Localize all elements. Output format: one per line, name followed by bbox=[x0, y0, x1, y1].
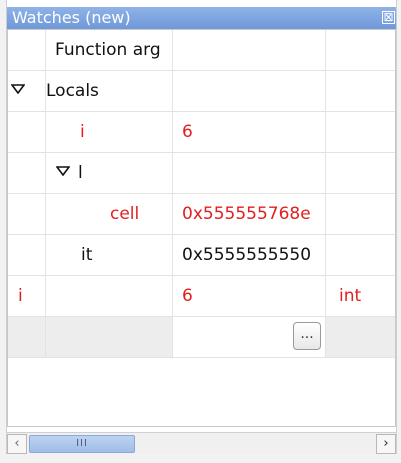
triangle-down-icon[interactable] bbox=[11, 84, 25, 94]
watch-value: 6 bbox=[182, 286, 193, 306]
watch-row-l[interactable]: l bbox=[8, 153, 395, 194]
close-icon[interactable]: ⊠ bbox=[382, 11, 395, 24]
watch-name-cell: cell bbox=[46, 194, 173, 234]
watch-row-new[interactable]: ... bbox=[8, 317, 395, 358]
watch-grid: Function arg Locals i 6 l cell 0x5555557… bbox=[7, 29, 396, 427]
watch-row-watch-i[interactable]: i 6 int bbox=[8, 276, 395, 317]
watch-value-cell bbox=[173, 153, 326, 193]
watches-panel: Watches (new) ⊠ Function arg Locals i 6 … bbox=[0, 0, 401, 463]
watch-value-cell: 6 bbox=[173, 276, 326, 316]
expander-cell[interactable] bbox=[8, 71, 46, 111]
watch-name-cell: i bbox=[8, 276, 46, 316]
watch-value-cell: 0x555555768e bbox=[173, 194, 326, 234]
watch-value-cell: 0x5555555550 bbox=[173, 235, 326, 275]
watch-value: 0x5555555550 bbox=[182, 245, 312, 265]
watch-name: it bbox=[81, 245, 93, 265]
horizontal-scrollbar[interactable]: ‹ III › bbox=[7, 432, 396, 454]
watch-type-cell bbox=[326, 71, 395, 111]
watch-name: Locals bbox=[46, 81, 99, 101]
panel-titlebar[interactable]: Watches (new) ⊠ bbox=[7, 7, 396, 29]
watch-name: i bbox=[80, 122, 85, 142]
expander-cell bbox=[8, 317, 46, 357]
scroll-left-button[interactable]: ‹ bbox=[7, 434, 27, 454]
scroll-right-button[interactable]: › bbox=[376, 434, 396, 454]
watch-row-local-i[interactable]: i 6 bbox=[8, 112, 395, 153]
watch-row-cell[interactable]: cell 0x555555768e bbox=[8, 194, 395, 235]
watch-value-cell bbox=[173, 71, 326, 111]
watch-name-cell: i bbox=[46, 112, 173, 152]
watch-type-cell bbox=[326, 30, 395, 70]
bottom-frame bbox=[0, 454, 401, 463]
watch-type: int bbox=[339, 286, 362, 306]
watch-name-cell: Locals bbox=[46, 71, 173, 111]
watch-value-cell: 6 bbox=[173, 112, 326, 152]
right-frame bbox=[396, 0, 401, 463]
watch-type-cell: int bbox=[326, 276, 395, 316]
watch-row-it[interactable]: it 0x5555555550 bbox=[8, 235, 395, 276]
expander-cell bbox=[8, 194, 46, 234]
new-watch-name-cell[interactable] bbox=[46, 317, 173, 357]
spacer-cell bbox=[46, 276, 173, 316]
panel-title: Watches (new) bbox=[12, 8, 131, 27]
left-frame bbox=[0, 0, 7, 463]
watch-value-cell bbox=[173, 30, 326, 70]
watch-name: l bbox=[78, 163, 83, 183]
watch-row-locals[interactable]: Locals bbox=[8, 71, 395, 112]
watch-type-cell bbox=[326, 235, 395, 275]
add-watch-button[interactable]: ... bbox=[293, 322, 321, 350]
expander-cell bbox=[8, 235, 46, 275]
watch-name: cell bbox=[110, 204, 140, 224]
watch-type-cell bbox=[326, 194, 395, 234]
expander-cell bbox=[8, 153, 46, 193]
watch-name-cell: it bbox=[46, 235, 173, 275]
watch-value: 6 bbox=[182, 122, 193, 142]
watch-name-cell: Function arg bbox=[46, 30, 173, 70]
new-watch-value-cell: ... bbox=[173, 317, 326, 357]
watch-type-cell bbox=[326, 112, 395, 152]
scrollbar-thumb[interactable]: III bbox=[29, 435, 135, 453]
triangle-down-icon[interactable] bbox=[56, 166, 70, 176]
watch-type-cell bbox=[326, 153, 395, 193]
new-watch-type-cell bbox=[326, 317, 395, 357]
watch-row-function-args[interactable]: Function arg bbox=[8, 30, 395, 71]
expander-cell bbox=[8, 112, 46, 152]
watch-name: Function arg bbox=[55, 40, 161, 60]
watch-name-cell: l bbox=[46, 153, 173, 193]
watch-value: 0x555555768e bbox=[182, 204, 311, 224]
watch-name: i bbox=[18, 286, 23, 306]
expander-cell bbox=[8, 30, 46, 70]
